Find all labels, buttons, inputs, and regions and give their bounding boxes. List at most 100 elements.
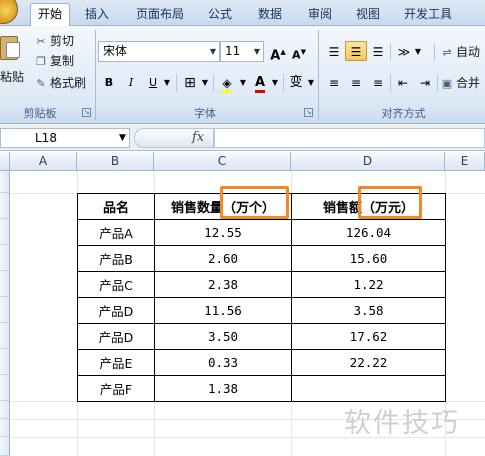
office-button[interactable] <box>0 0 18 24</box>
italic-button[interactable]: I <box>122 73 140 93</box>
row-header[interactable] <box>0 193 10 219</box>
row-header[interactable] <box>0 245 10 271</box>
decrease-indent-icon[interactable]: ⇤ <box>393 73 413 93</box>
format-painter-button[interactable]: ✎ 格式刷 <box>34 74 86 92</box>
cell-quantity[interactable]: 11.56 <box>154 297 292 324</box>
name-box[interactable]: L18 ▼ <box>0 128 130 148</box>
tab-data[interactable]: 数据 <box>252 4 288 26</box>
cell-quantity[interactable]: 2.38 <box>154 271 292 298</box>
table-row: 产品C 2.38 1.22 <box>77 271 446 298</box>
select-all-corner[interactable] <box>0 152 10 171</box>
row-header[interactable] <box>0 375 10 401</box>
row-header[interactable] <box>0 437 10 456</box>
font-size-combo[interactable]: 11 ▼ <box>220 41 264 62</box>
wrap-text-button[interactable]: ⇌ 自动 <box>440 43 480 61</box>
clipboard-group-title: 剪贴板 <box>23 107 57 120</box>
cell-sales[interactable]: 17.62 <box>291 323 446 350</box>
column-header-a[interactable]: A <box>10 152 77 171</box>
tab-page-layout[interactable]: 页面布局 <box>130 4 190 26</box>
watermark: 软件技巧 <box>344 408 460 439</box>
align-left-icon[interactable]: ≡ <box>324 73 344 93</box>
column-header-b[interactable]: B <box>77 152 154 171</box>
merge-center-button[interactable]: ▣ 合并 <box>440 74 480 92</box>
font-group-title: 字体 <box>194 107 216 120</box>
underline-button[interactable]: U <box>144 73 162 93</box>
paper-icon <box>6 42 20 58</box>
cell-name[interactable]: 产品D <box>77 297 155 324</box>
divider <box>434 43 435 61</box>
row-header[interactable] <box>0 323 10 349</box>
align-bottom-icon[interactable]: ☰ <box>368 42 388 62</box>
insert-function-button[interactable]: fx <box>192 128 204 148</box>
sales-table: 品名 销售数量（万个） 销售额（万元） 产品A 12.55 126.04 产品B… <box>77 193 446 402</box>
divider <box>390 74 391 92</box>
chevron-down-icon[interactable]: ▼ <box>200 73 210 93</box>
font-name-combo[interactable]: 宋体 ▼ <box>98 41 220 62</box>
cell-quantity[interactable]: 0.33 <box>154 349 292 376</box>
phonetic-button[interactable]: 变 <box>286 73 306 93</box>
cell-name[interactable]: 产品F <box>77 375 155 402</box>
cell-quantity[interactable]: 1.38 <box>154 375 292 402</box>
chevron-down-icon[interactable]: ▼ <box>162 73 172 93</box>
align-top-icon[interactable]: ☰ <box>324 42 344 62</box>
row-header[interactable] <box>0 297 10 323</box>
bold-button[interactable]: B <box>100 73 118 93</box>
tab-view[interactable]: 视图 <box>350 4 386 26</box>
cell-sales[interactable] <box>291 375 446 402</box>
tab-review[interactable]: 审阅 <box>302 4 338 26</box>
font-color-button[interactable]: A <box>250 73 270 93</box>
align-right-icon[interactable]: ≡ <box>368 73 388 93</box>
border-icon[interactable]: ⊞ <box>180 73 200 93</box>
chevron-down-icon[interactable]: ▼ <box>238 73 248 93</box>
format-painter-label: 格式刷 <box>50 76 87 90</box>
align-middle-icon[interactable]: ☰ <box>345 41 367 61</box>
row-header[interactable] <box>0 271 10 297</box>
cell-name[interactable]: 产品C <box>77 271 155 298</box>
cell-quantity[interactable]: 3.50 <box>154 323 292 350</box>
fill-color-icon[interactable]: ◈ <box>216 73 238 93</box>
cell-sales[interactable]: 22.22 <box>291 349 446 376</box>
tab-formulas[interactable]: 公式 <box>202 4 238 26</box>
table-row: 产品B 2.60 15.60 <box>77 245 446 272</box>
cut-button[interactable]: ✂ 剪切 <box>34 32 74 50</box>
clipboard-launcher-icon[interactable]: ↘ <box>82 108 91 117</box>
ribbon-home: 粘贴 ✂ 剪切 ❐ 复制 ✎ 格式刷 剪贴板 ↘ 宋体 ▼ 11 ▼ A▲ A▼ B I … <box>0 26 485 124</box>
cell-name[interactable]: 产品D <box>77 323 155 350</box>
row-header[interactable] <box>0 419 10 437</box>
row-header[interactable] <box>0 171 10 193</box>
chevron-down-icon[interactable]: ▼ <box>306 73 316 93</box>
table-row: 产品D 11.56 3.58 <box>77 297 446 324</box>
row-header[interactable] <box>0 349 10 375</box>
cell-sales[interactable]: 15.60 <box>291 245 446 272</box>
tab-developer[interactable]: 开发工具 <box>398 4 458 26</box>
chevron-down-icon[interactable]: ▼ <box>413 42 423 62</box>
copy-button[interactable]: ❐ 复制 <box>34 52 74 70</box>
column-header-e[interactable]: E <box>445 152 485 171</box>
cell-sales[interactable]: 3.58 <box>291 297 446 324</box>
copy-label: 复制 <box>50 54 75 68</box>
tab-home[interactable]: 开始 <box>30 3 70 27</box>
column-header-c[interactable]: C <box>154 152 291 171</box>
cell-name[interactable]: 产品B <box>77 245 155 272</box>
chevron-down-icon[interactable]: ▼ <box>270 73 280 93</box>
cell-sales[interactable]: 126.04 <box>291 219 446 246</box>
column-header-d[interactable]: D <box>291 152 445 171</box>
increase-indent-icon[interactable]: ⇥ <box>415 73 435 93</box>
row-header[interactable] <box>0 219 10 245</box>
cell-name[interactable]: 产品E <box>77 349 155 376</box>
orientation-icon[interactable]: ≫ <box>393 42 415 62</box>
formula-bar: L18 ▼ fx <box>0 125 485 151</box>
tab-insert[interactable]: 插入 <box>79 4 115 26</box>
row-header[interactable] <box>0 401 10 419</box>
align-center-icon[interactable]: ≡ <box>346 73 366 93</box>
table-row: 产品A 12.55 126.04 <box>77 219 446 246</box>
shrink-font-button[interactable]: A▼ <box>290 42 308 62</box>
cell-quantity[interactable]: 12.55 <box>154 219 292 246</box>
cell-quantity[interactable]: 2.60 <box>154 245 292 272</box>
font-launcher-icon[interactable]: ↘ <box>304 108 313 117</box>
cell-sales[interactable]: 1.22 <box>291 271 446 298</box>
grow-font-button[interactable]: A▲ <box>268 42 288 63</box>
cell-name[interactable]: 产品A <box>77 219 155 246</box>
header-cell-name[interactable]: 品名 <box>77 193 155 220</box>
formula-input[interactable] <box>214 128 485 148</box>
